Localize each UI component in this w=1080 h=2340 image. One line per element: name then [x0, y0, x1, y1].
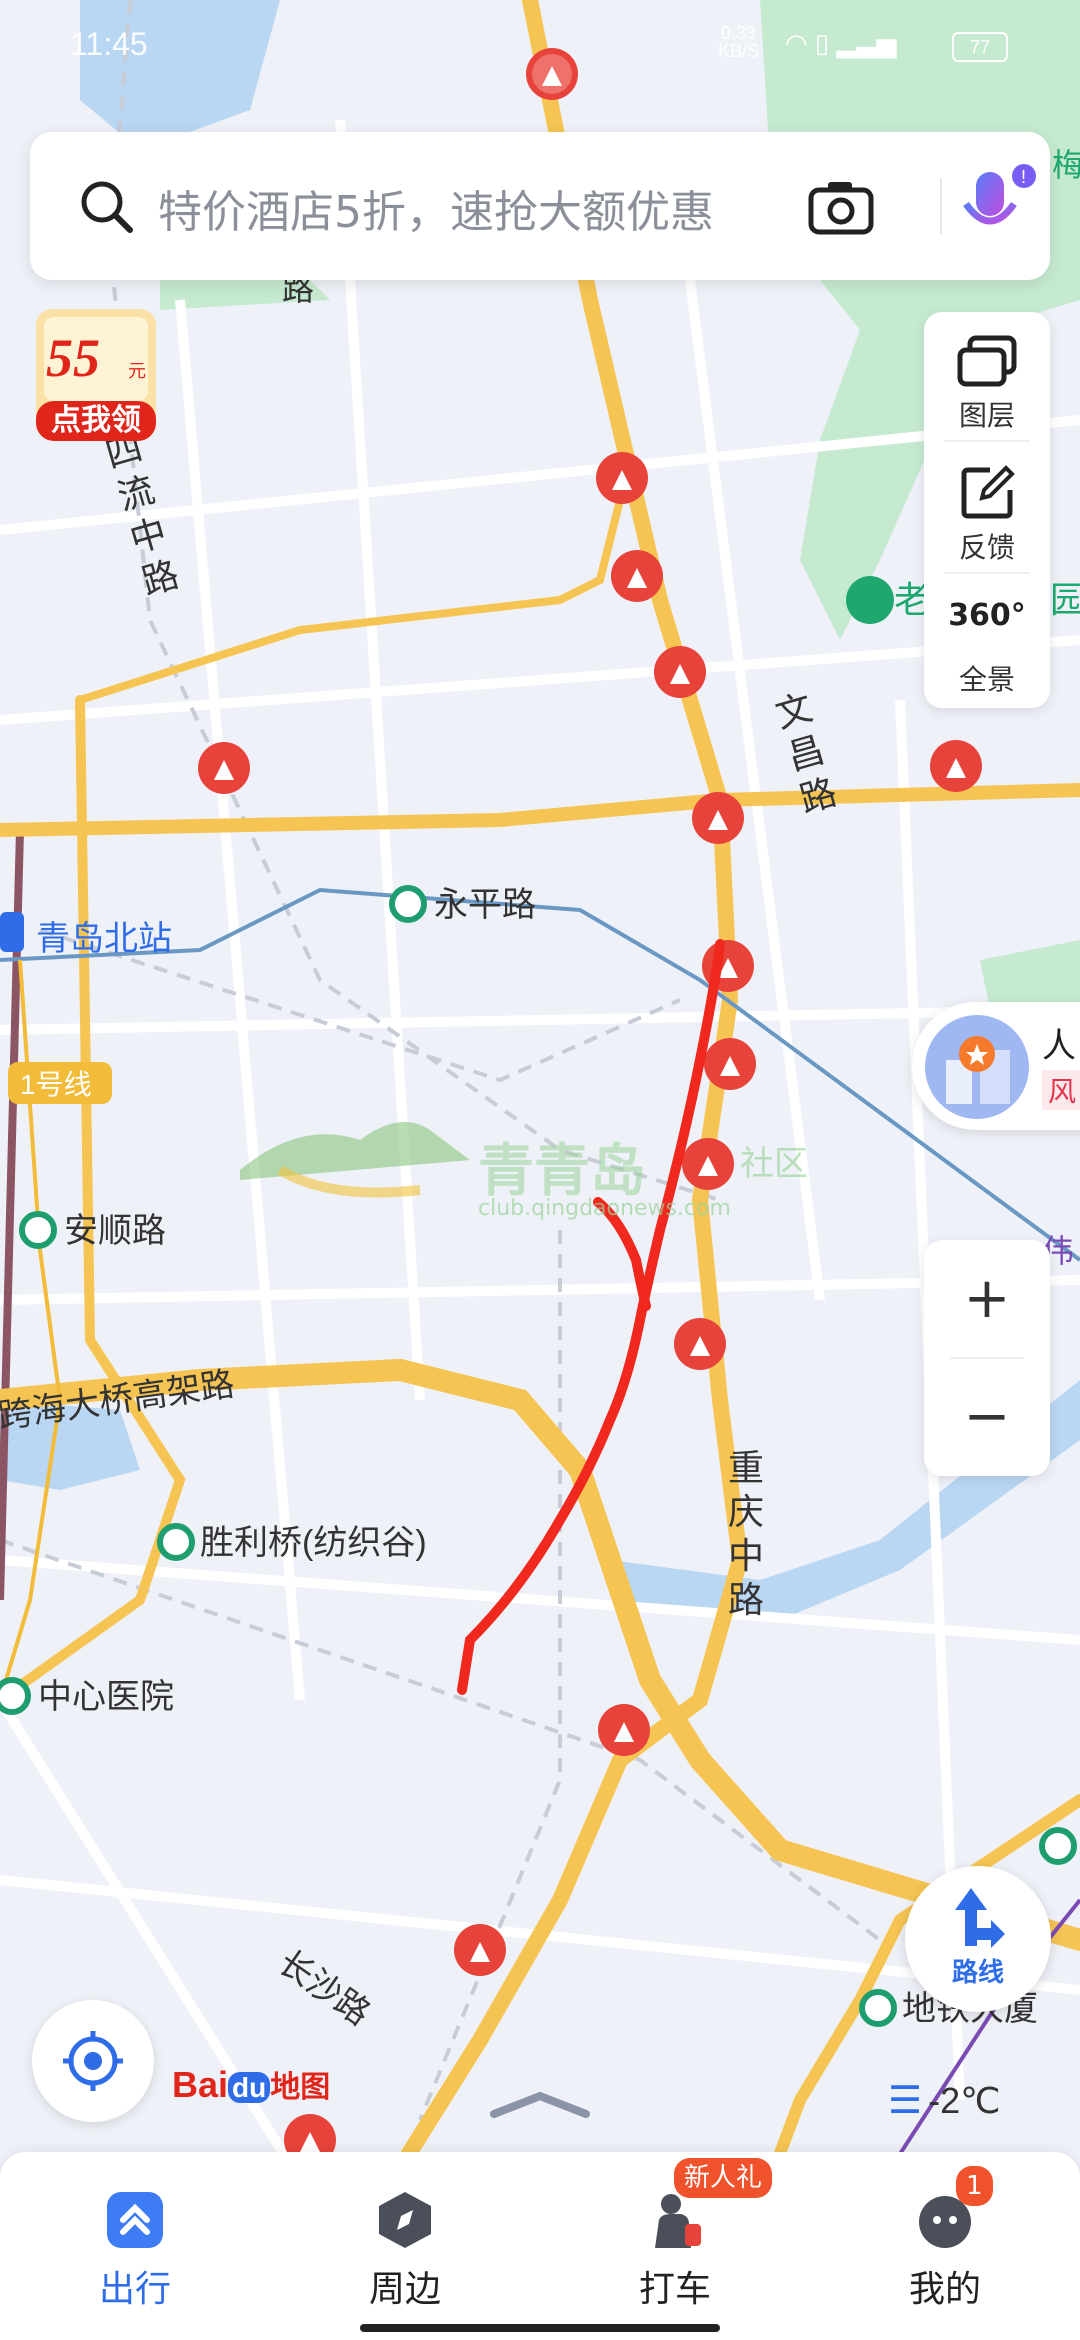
panorama-label: 全景: [958, 663, 1015, 696]
construction-icon: [198, 742, 250, 794]
zoom-out-button[interactable]: −: [924, 1358, 1050, 1476]
poi-tag: 风: [1042, 1070, 1080, 1110]
route-label: 路线: [951, 1958, 1004, 1988]
construction-icon: [654, 646, 706, 698]
construction-icon: [704, 1038, 756, 1090]
logo-text-a: Bai: [172, 2064, 229, 2105]
zoom-control: + −: [924, 1240, 1050, 1476]
camera-icon[interactable]: [808, 180, 874, 236]
tab-badge-count: 1: [956, 2166, 993, 2206]
zoom-in-button[interactable]: +: [924, 1240, 1050, 1358]
locate-button[interactable]: [32, 2000, 154, 2122]
network-speed-value: 0.33: [720, 23, 757, 43]
feedback-button[interactable]: 反馈: [924, 444, 1050, 574]
poi-card[interactable]: 人 风: [912, 1002, 1080, 1130]
compass-icon: [379, 2192, 431, 2248]
watermark-url: club.qingdaonews.com: [478, 1196, 731, 1221]
park-label: 园: [1050, 579, 1080, 620]
road-label: 梅: [1052, 147, 1080, 183]
park-poi-icon: [846, 576, 894, 624]
metro-icon: [157, 1523, 195, 1561]
tab-mine[interactable]: 1 我的: [810, 2152, 1080, 2340]
coupon-amount: 55: [46, 328, 100, 388]
layers-label: 图层: [958, 399, 1015, 432]
map-tool-panel: 图层 反馈 360° 全景: [924, 312, 1050, 708]
layers-icon: [957, 335, 1017, 387]
metro-icon: [19, 1211, 57, 1249]
metro-icon: [389, 885, 427, 923]
construction-icon: [692, 792, 744, 844]
baidu-logo: Bai du 地图: [172, 2062, 330, 2118]
weather-widget[interactable]: ☰ -2℃: [888, 2078, 1001, 2123]
station-label: 安顺路: [64, 1212, 166, 1250]
station-label: 中心医院: [38, 1678, 174, 1716]
bottom-tab-bar: 出行 周边 新人礼 打车 1 我的: [0, 2152, 1080, 2340]
construction-icon: [930, 740, 982, 792]
logo-paw: du: [228, 2072, 271, 2103]
tab-label: 出行: [98, 2269, 171, 2310]
poi-title: 人: [1042, 1026, 1076, 1066]
tab-label: 打车: [638, 2269, 711, 2310]
tool-divider: [944, 440, 1030, 442]
station-label: 永平路: [434, 886, 536, 924]
tool-divider: [944, 572, 1030, 574]
tab-label: 周边: [368, 2269, 441, 2310]
route-button[interactable]: 路线: [905, 1866, 1051, 2012]
station-label: 青岛北站: [36, 920, 172, 958]
rail-station-icon: [0, 912, 24, 952]
construction-icon: [598, 1704, 650, 1756]
watermark-title: 青青岛: [478, 1139, 646, 1204]
layers-button[interactable]: 图层: [924, 312, 1050, 442]
drawer-handle-icon[interactable]: [488, 2090, 592, 2120]
status-time: 11:45: [70, 26, 148, 62]
tab-nearby[interactable]: 周边: [270, 2152, 540, 2340]
weather-temp: -2℃: [928, 2080, 1001, 2121]
watermark-club: 社区: [740, 1144, 808, 1184]
tab-label: 我的: [908, 2269, 981, 2310]
travel-icon: [107, 2192, 163, 2248]
search-divider: [940, 178, 942, 234]
voice-icon[interactable]: !: [944, 158, 1040, 254]
battery-icon: 77: [952, 32, 1008, 62]
construction-icon: [682, 1138, 734, 1190]
locate-icon: [63, 2031, 123, 2091]
coupon-badge[interactable]: 55 元 点我领: [30, 305, 162, 447]
construction-icon: [611, 550, 663, 602]
sim-icon: ▯: [814, 28, 830, 58]
panorama-button[interactable]: 360° 全景: [924, 576, 1050, 706]
metro-line-label: 1号线: [20, 1069, 92, 1100]
construction-icon: [454, 1924, 506, 1976]
station-label: 胜利桥(纺织谷): [200, 1524, 427, 1562]
search-input[interactable]: 特价酒店5折，速抢大额优惠: [158, 176, 714, 240]
construction-icon: [596, 452, 648, 504]
panorama-icon: 360°: [948, 598, 1026, 633]
feedback-icon: [961, 465, 1015, 519]
logo-text-c: 地图: [270, 2071, 331, 2104]
search-bar[interactable]: 特价酒店5折，速抢大额优惠 !: [30, 132, 1050, 280]
wifi-icon: ◠: [785, 28, 808, 58]
weather-icon: ☰: [888, 2080, 923, 2122]
feedback-label: 反馈: [958, 531, 1015, 564]
tab-travel[interactable]: 出行: [0, 2152, 270, 2340]
construction-icon: [674, 1318, 726, 1370]
search-icon: [81, 181, 133, 233]
status-bar: 11:45 0.33 KB/S ◠ ▯ ▂▃▅ 77: [0, 0, 1080, 92]
taxi-icon: [655, 2194, 701, 2248]
signal-icons: ◠ ▯ ▂▃▅: [785, 28, 896, 59]
home-indicator: [360, 2324, 720, 2332]
svg-text:!: !: [1021, 167, 1026, 187]
network-speed: 0.33 KB/S: [718, 24, 759, 60]
coupon-unit: 元: [128, 361, 146, 382]
tab-taxi[interactable]: 新人礼 打车: [540, 2152, 810, 2340]
route-arrow-icon: [955, 1888, 1005, 1948]
coupon-claim-button[interactable]: 点我领: [36, 401, 156, 441]
metro-icon: [1039, 1827, 1077, 1865]
cellular-icon: ▂▃▅: [836, 28, 897, 58]
metro-icon: [859, 1989, 897, 2027]
network-speed-unit: KB/S: [718, 41, 760, 61]
metro-icon: [0, 1677, 31, 1715]
tab-badge-new-user: 新人礼: [674, 2158, 773, 2198]
poi-avatar: [925, 1015, 1029, 1119]
